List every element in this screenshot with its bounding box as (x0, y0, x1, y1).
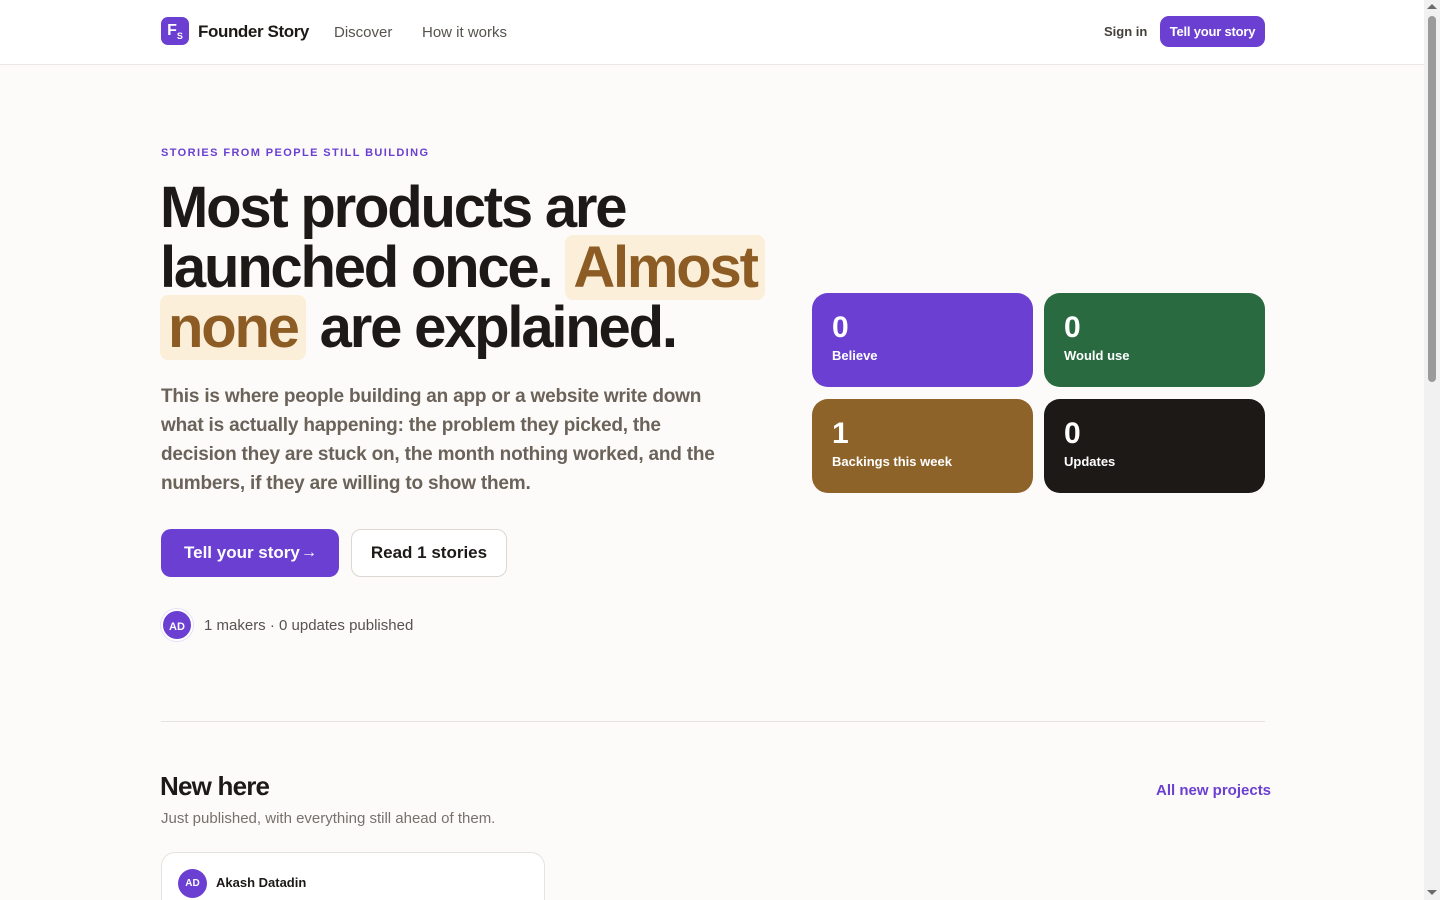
tell-your-story-label: Tell your story (184, 543, 300, 562)
scroll-down-arrow-icon[interactable] (1427, 890, 1437, 895)
hero-title: Most products are launched once. Almost n… (160, 175, 800, 360)
stat-card-believe: 0 Believe (812, 293, 1033, 387)
sign-in-link[interactable]: Sign in (1104, 24, 1147, 39)
tell-your-story-header-button[interactable]: Tell your story (1160, 16, 1265, 47)
stat-card-would-use: 0 Would use (1044, 293, 1265, 387)
scroll-up-arrow-icon[interactable] (1427, 4, 1437, 9)
hero-title-highlight-none: none (160, 295, 306, 360)
hero-title-part-2: are explained. (319, 295, 678, 360)
section-title: New here (160, 771, 270, 801)
arrow-right-icon: → (301, 544, 317, 561)
hero-title-part-1: Most products are launched once. (160, 175, 628, 300)
maker-avatar: AD (161, 609, 193, 641)
stat-label: Backings this week (832, 454, 952, 469)
nav-how-it-works[interactable]: How it works (422, 24, 507, 41)
avatar: AD (178, 869, 207, 898)
hero-description: This is where people building an app or … (161, 386, 715, 494)
scrollbar[interactable] (1424, 0, 1440, 900)
stat-label: Believe (832, 348, 878, 363)
stat-label: Would use (1064, 348, 1130, 363)
section-subtitle: Just published, with everything still ah… (161, 810, 496, 827)
logo-icon[interactable]: FS (161, 17, 189, 45)
top-navigation-bar: FS Founder Story Discover How it works S… (0, 0, 1424, 65)
all-new-projects-link[interactable]: All new projects (1156, 782, 1271, 799)
stat-value: 0 (1064, 417, 1081, 450)
maker-stats: 1 makers · 0 updates published (204, 617, 414, 634)
stat-value: 0 (832, 311, 849, 344)
stat-value: 1 (832, 417, 849, 450)
brand-name[interactable]: Founder Story (198, 22, 309, 42)
project-card[interactable]: AD Akash Datadin (161, 852, 545, 900)
stat-value: 0 (1064, 311, 1081, 344)
nav-discover[interactable]: Discover (334, 24, 392, 41)
stat-card-backings: 1 Backings this week (812, 399, 1033, 493)
maker-name: Akash Datadin (216, 875, 307, 890)
section-divider (161, 721, 1265, 722)
tell-your-story-button[interactable]: Tell your story → (161, 529, 339, 577)
hero-eyebrow: STORIES FROM PEOPLE STILL BUILDING (161, 147, 430, 159)
hero-title-highlight-almost: Almost (565, 235, 765, 300)
scrollbar-thumb[interactable] (1428, 16, 1436, 382)
stat-card-updates: 0 Updates (1044, 399, 1265, 493)
read-stories-button[interactable]: Read 1 stories (351, 529, 507, 577)
stat-label: Updates (1064, 454, 1116, 469)
